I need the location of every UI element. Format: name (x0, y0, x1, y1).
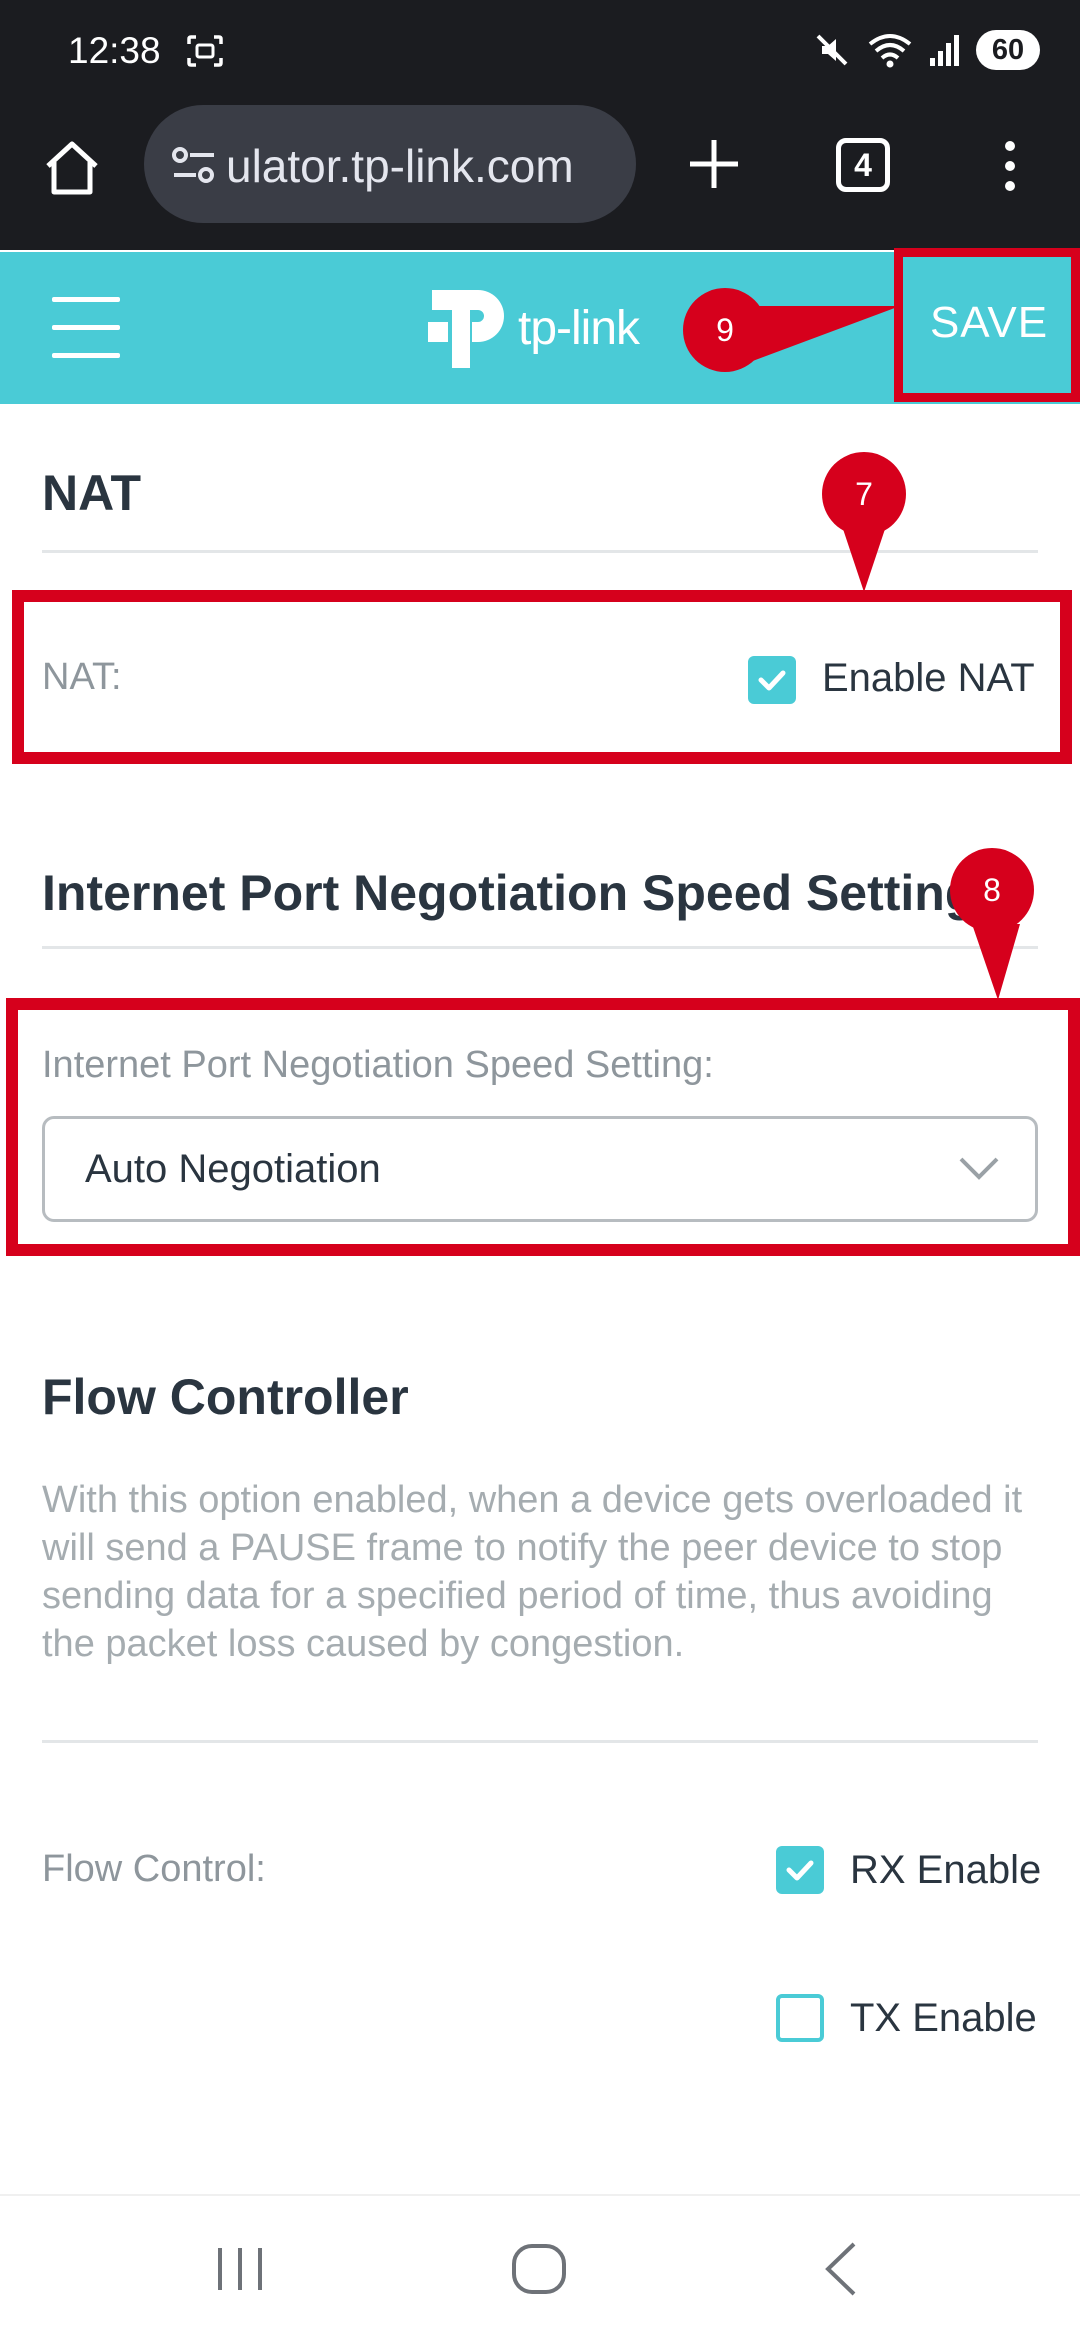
mute-icon (816, 34, 848, 66)
flow-description: With this option enabled, when a device … (42, 1479, 1023, 1665)
speed-section-title: Internet Port Negotiation Speed Setting (42, 865, 976, 921)
recent-apps-icon[interactable] (212, 2236, 268, 2302)
speed-marker-pointer (972, 924, 1020, 1000)
battery-indicator: 60 (976, 30, 1040, 70)
rx-enable-checkbox[interactable] (776, 1846, 824, 1894)
flow-control-label: Flow Control: (42, 1848, 266, 1890)
tp-link-logo-text: tp-link (518, 301, 640, 355)
url-text[interactable]: ulator.tp-link.com (226, 139, 616, 193)
checkmark-icon (786, 1860, 814, 1881)
tab-switcher-button[interactable]: 4 (836, 138, 890, 192)
speed-select[interactable]: Auto Negotiation (42, 1116, 1038, 1222)
site-settings-icon[interactable] (170, 145, 218, 185)
nat-label: NAT: (42, 656, 122, 698)
enable-nat-label[interactable]: Enable NAT (822, 656, 1035, 701)
annotation-marker-8: 8 (950, 848, 1034, 932)
status-time: 12:38 (68, 30, 161, 71)
flow-section-title: Flow Controller (42, 1369, 409, 1425)
signal-icon (930, 35, 959, 66)
address-bar[interactable]: ulator.tp-link.com (144, 105, 636, 223)
status-icons: 60 (812, 28, 1040, 72)
checkmark-icon (758, 670, 786, 691)
annotation-marker-7: 7 (822, 452, 906, 536)
speed-divider (42, 946, 1038, 949)
flow-divider (42, 1740, 1038, 1743)
nat-section-title: NAT (42, 465, 142, 521)
chevron-down-icon[interactable] (957, 1153, 1001, 1183)
more-menu-icon[interactable] (990, 138, 1030, 194)
speed-label: Internet Port Negotiation Speed Setting: (42, 1044, 714, 1086)
status-bar: 12:38 60 (0, 0, 1080, 100)
browser-toolbar: ulator.tp-link.com 4 (0, 100, 1080, 250)
home-nav-icon[interactable] (508, 2236, 572, 2302)
navigation-bar (0, 2194, 1080, 2340)
new-tab-icon[interactable] (686, 136, 742, 192)
screenshot-icon (187, 35, 223, 67)
back-icon[interactable] (816, 2236, 866, 2302)
tp-link-logo-mark (428, 290, 504, 368)
tp-link-logo: tp-link (420, 278, 670, 378)
rx-enable-label[interactable]: RX Enable (850, 1848, 1041, 1893)
save-button[interactable]: SAVE (912, 264, 1066, 382)
wifi-icon (868, 34, 912, 68)
tx-enable-checkbox[interactable] (776, 1994, 824, 2042)
speed-select-value[interactable]: Auto Negotiation (85, 1147, 381, 1192)
home-icon[interactable] (40, 136, 104, 200)
tx-enable-label[interactable]: TX Enable (850, 1996, 1037, 2041)
annotation-marker-9: 9 (683, 288, 767, 372)
enable-nat-checkbox[interactable] (748, 656, 796, 704)
hamburger-menu-icon[interactable] (52, 297, 120, 358)
